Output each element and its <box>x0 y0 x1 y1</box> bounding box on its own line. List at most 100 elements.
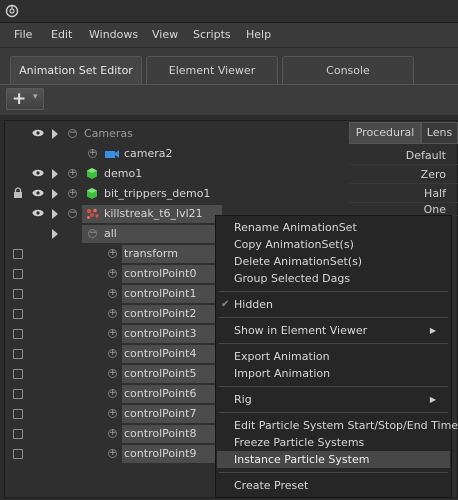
menu-view[interactable]: View <box>152 28 178 41</box>
menu-separator <box>219 412 448 413</box>
tree-row-cameras[interactable]: − Cameras <box>4 124 344 144</box>
checkbox[interactable] <box>13 309 23 319</box>
preset-half-button[interactable]: Half <box>349 184 458 203</box>
checkbox[interactable] <box>13 369 23 379</box>
eye-icon[interactable] <box>32 167 44 179</box>
menu-delete-animationsets[interactable]: Delete AnimationSet(s) <box>217 253 450 270</box>
checkbox[interactable] <box>13 389 23 399</box>
checkbox[interactable] <box>13 409 23 419</box>
title-bar <box>0 0 458 23</box>
plus-circle-icon[interactable]: + <box>108 349 117 358</box>
green-cube-icon <box>87 188 97 199</box>
expand-arrow-icon[interactable] <box>52 129 58 139</box>
plus-circle-icon[interactable]: + <box>108 329 117 338</box>
tree-label: controlPoint9 <box>124 447 197 460</box>
tab-element-viewer[interactable]: Element Viewer <box>146 56 278 84</box>
expand-arrow-icon[interactable] <box>52 189 58 199</box>
eye-icon[interactable] <box>32 207 44 219</box>
menu-edit[interactable]: Edit <box>51 28 72 41</box>
add-button[interactable]: + ▾ <box>6 88 44 110</box>
checkbox[interactable] <box>13 289 23 299</box>
eye-icon[interactable] <box>32 187 44 199</box>
menu-separator <box>219 317 448 318</box>
plus-circle-icon[interactable]: + <box>108 249 117 258</box>
menu-import-animation[interactable]: Import Animation <box>217 365 450 382</box>
preset-zero-button[interactable]: Zero <box>349 165 458 184</box>
minus-circle-icon[interactable]: − <box>68 209 77 218</box>
menu-separator <box>219 386 448 387</box>
chevron-right-icon: ▶ <box>429 326 436 335</box>
menu-hidden-toggle[interactable]: ✔ Hidden <box>217 296 450 313</box>
tab-animation-set-editor[interactable]: Animation Set Editor <box>10 56 142 84</box>
tree-label: killstreak_t6_lvl21 <box>104 207 203 220</box>
plus-circle-icon[interactable]: + <box>108 449 117 458</box>
menu-help[interactable]: Help <box>246 28 271 41</box>
menu-item-label: Rig <box>234 393 252 406</box>
plus-circle-icon[interactable]: + <box>68 169 77 178</box>
menu-item-label: Show in Element Viewer <box>234 324 368 337</box>
plus-circle-icon[interactable]: + <box>108 429 117 438</box>
menu-group-selected-dags[interactable]: Group Selected Dags <box>217 270 450 287</box>
plus-circle-icon[interactable]: + <box>108 409 117 418</box>
tree-label: controlPoint3 <box>124 327 197 340</box>
tree-label: controlPoint7 <box>124 407 197 420</box>
plus-icon: + <box>12 89 27 109</box>
tree-label: demo1 <box>104 167 143 180</box>
plus-circle-icon[interactable]: + <box>68 189 77 198</box>
tree-label: controlPoint6 <box>124 387 197 400</box>
menu-file[interactable]: File <box>14 28 32 41</box>
eye-icon[interactable] <box>32 127 44 139</box>
tree-label: transform <box>124 247 178 260</box>
menu-create-preset[interactable]: Create Preset <box>217 477 450 494</box>
plus-circle-icon[interactable]: + <box>108 369 117 378</box>
checkbox[interactable] <box>13 329 23 339</box>
minus-circle-icon[interactable]: − <box>68 129 77 138</box>
menu-copy-animationsets[interactable]: Copy AnimationSet(s) <box>217 236 450 253</box>
menu-separator <box>219 291 448 292</box>
expand-arrow-icon[interactable] <box>52 209 58 219</box>
plus-circle-icon[interactable]: + <box>108 289 117 298</box>
menu-freeze-particle-systems[interactable]: Freeze Particle Systems <box>217 434 450 451</box>
minus-circle-icon[interactable]: − <box>88 229 97 238</box>
menu-rig[interactable]: Rig ▶ <box>217 391 450 408</box>
toolbar: + ▾ <box>0 85 458 115</box>
checkbox[interactable] <box>13 449 23 459</box>
menu-bar: File Edit Windows View Scripts Help <box>0 23 458 47</box>
menu-item-label: Hidden <box>234 298 274 311</box>
plus-circle-icon[interactable]: + <box>108 309 117 318</box>
tree-row-bit-trippers-demo1[interactable]: + bit_trippers_demo1 <box>4 184 344 204</box>
plus-circle-icon[interactable]: + <box>108 269 117 278</box>
tree-label: all <box>104 227 117 240</box>
menu-rename-animationset[interactable]: Rename AnimationSet <box>217 219 450 236</box>
plus-circle-icon[interactable]: + <box>88 149 97 158</box>
expand-arrow-icon[interactable] <box>52 229 58 239</box>
menu-separator <box>219 343 448 344</box>
menu-instance-particle-system[interactable]: Instance Particle System <box>217 451 450 468</box>
checkbox[interactable] <box>13 349 23 359</box>
checkbox[interactable] <box>13 429 23 439</box>
tab-procedural[interactable]: Procedural <box>349 122 421 144</box>
tab-lens[interactable]: Lens <box>421 122 458 144</box>
tree-label: Cameras <box>84 127 133 140</box>
preset-default-button[interactable]: Default <box>349 146 458 165</box>
green-cube-icon <box>87 168 97 179</box>
tree-label: controlPoint5 <box>124 367 197 380</box>
menu-export-animation[interactable]: Export Animation <box>217 348 450 365</box>
checkbox[interactable] <box>13 269 23 279</box>
tree-row-demo1[interactable]: + demo1 <box>4 164 344 184</box>
menu-windows[interactable]: Windows <box>89 28 138 41</box>
tab-console[interactable]: Console <box>282 56 414 84</box>
expand-arrow-icon[interactable] <box>52 169 58 179</box>
menu-scripts[interactable]: Scripts <box>193 28 231 41</box>
checkbox[interactable] <box>13 249 23 259</box>
menu-show-in-element-viewer[interactable]: Show in Element Viewer ▶ <box>217 322 450 339</box>
checkmark-icon: ✔ <box>221 299 230 310</box>
chevron-right-icon: ▶ <box>429 395 436 404</box>
plus-circle-icon[interactable]: + <box>108 389 117 398</box>
tree-label: controlPoint0 <box>124 267 197 280</box>
tree-label: controlPoint2 <box>124 307 197 320</box>
menu-edit-particle-system-times[interactable]: Edit Particle System Start/Stop/End Time… <box>217 417 458 434</box>
editor-tab-bar: Animation Set Editor Element Viewer Cons… <box>0 48 458 85</box>
tree-row-camera2[interactable]: + camera2 <box>4 144 344 164</box>
lock-icon[interactable] <box>12 187 24 199</box>
